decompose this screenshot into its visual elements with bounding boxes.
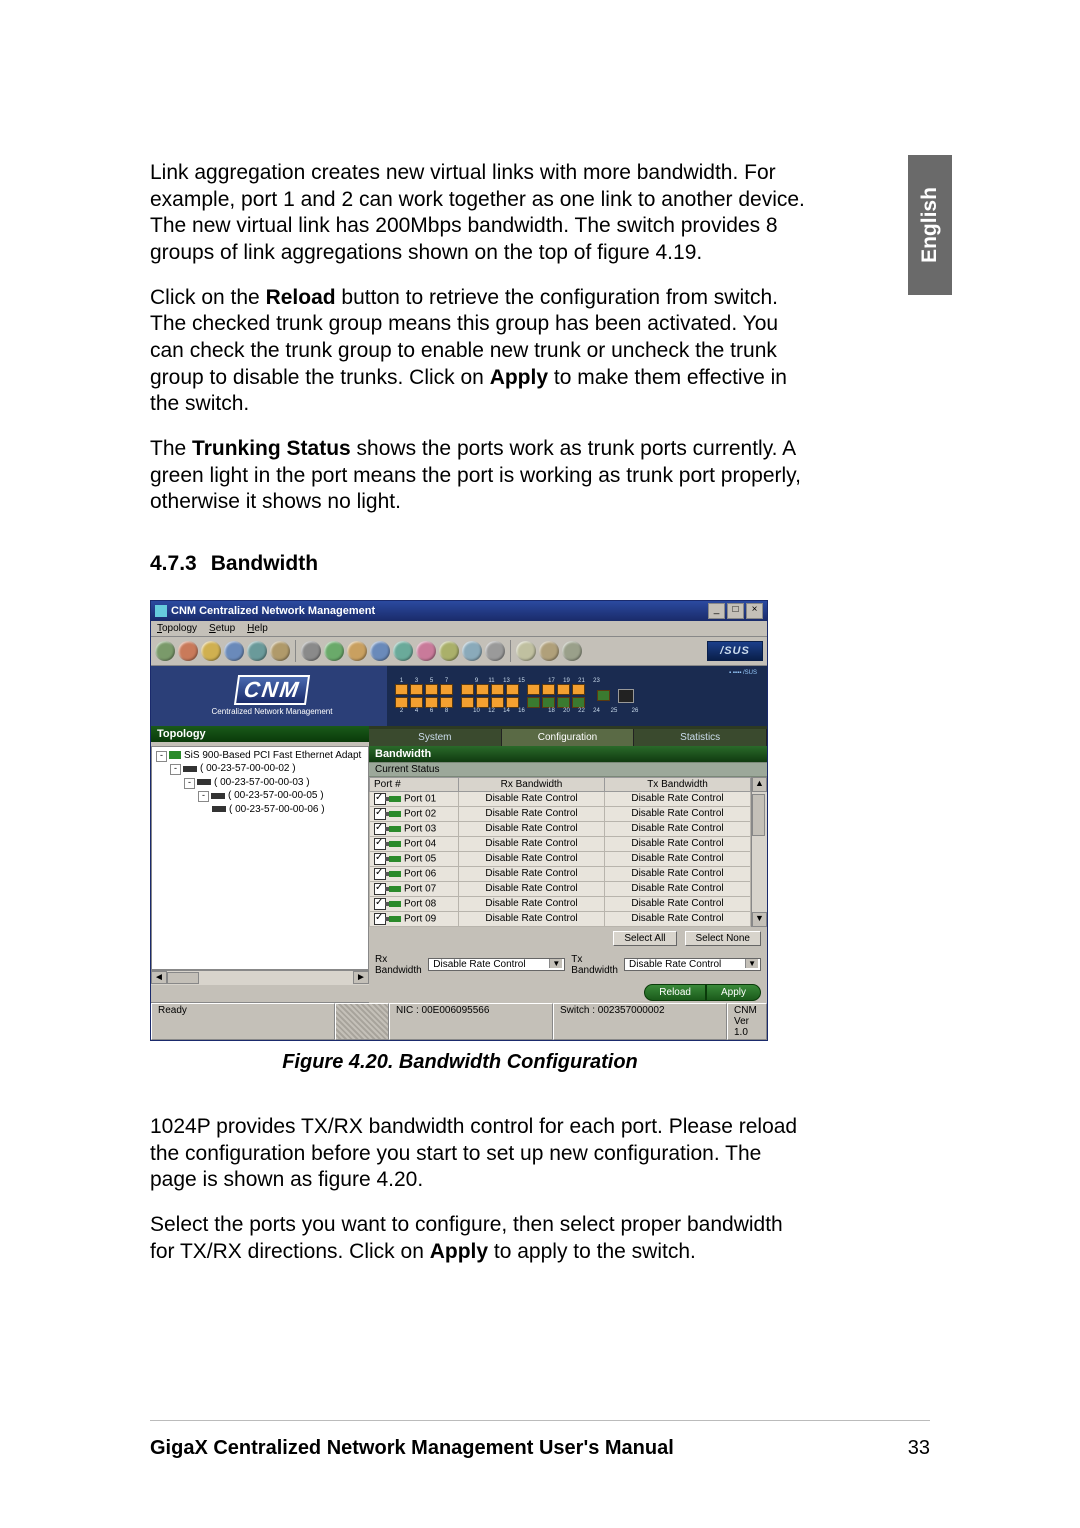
apply-button[interactable]: Apply (706, 984, 761, 1001)
toolbar-icon[interactable] (301, 641, 321, 661)
bandwidth-table: Port # Rx Bandwidth Tx Bandwidth Port 01… (369, 777, 751, 927)
switch-diagram: 1357911131517192123 (387, 666, 767, 726)
tab-statistics[interactable]: Statistics (634, 729, 767, 746)
port-icon (389, 796, 401, 802)
toolbar-icon[interactable] (224, 641, 244, 661)
app-window: CNM Centralized Network Management _ □ ×… (150, 600, 768, 1041)
status-bar: Ready NIC : 00E006095566 Switch : 002357… (151, 1002, 767, 1040)
table-row: Port 03Disable Rate ControlDisable Rate … (370, 821, 751, 836)
switch-icon (197, 779, 211, 785)
paragraph-select-ports: Select the ports you want to configure, … (150, 1212, 810, 1265)
status-switch: Switch : 002357000002 (553, 1003, 727, 1040)
rx-bandwidth-dropdown[interactable]: Disable Rate Control (428, 958, 565, 971)
figure-bandwidth-config: CNM Centralized Network Management _ □ ×… (150, 600, 766, 1041)
rx-bandwidth-label: Rx Bandwidth (375, 954, 422, 976)
tx-bandwidth-dropdown[interactable]: Disable Rate Control (624, 958, 761, 971)
table-row: Port 07Disable Rate ControlDisable Rate … (370, 881, 751, 896)
nic-icon (169, 751, 181, 759)
paragraph-1024p: 1024P provides TX/RX bandwidth control f… (150, 1114, 810, 1194)
switch-icon (212, 806, 226, 812)
toolbar-icon[interactable] (416, 641, 436, 661)
current-status-label: Current Status (369, 762, 767, 777)
toolbar-icon[interactable] (539, 641, 559, 661)
status-version: CNM Ver 1.0 (727, 1003, 767, 1040)
paragraph-reload-apply: Click on the Reload button to retrieve t… (150, 285, 810, 418)
toolbar: /SUS (151, 637, 767, 666)
tab-configuration[interactable]: Configuration (502, 729, 635, 746)
menu-help[interactable]: Help (247, 623, 268, 634)
port-numbers-bottom: 246810121416182022242526 (395, 708, 645, 714)
status-ready: Ready (151, 1003, 335, 1040)
switch-icon (211, 793, 225, 799)
toolbar-icon[interactable] (393, 641, 413, 661)
menu-setup[interactable]: Setup (209, 623, 235, 634)
cnm-logo: CNM (234, 675, 310, 705)
reload-button[interactable]: Reload (644, 984, 706, 1001)
toolbar-icon[interactable] (247, 641, 267, 661)
language-tab: English (908, 155, 952, 295)
select-none-button[interactable]: Select None (685, 931, 761, 946)
close-button[interactable]: × (746, 603, 763, 619)
toolbar-icon[interactable] (178, 641, 198, 661)
table-vertical-scrollbar[interactable]: ▲ ▼ (751, 777, 767, 927)
switch-model-label: ▪ ▪▪▪▪ /SUS (729, 670, 757, 676)
col-rx: Rx Bandwidth (459, 777, 605, 791)
tree-horizontal-scrollbar[interactable]: ◄► (151, 970, 369, 985)
port-icon (389, 856, 401, 862)
switch-icon (183, 766, 197, 772)
maximize-button[interactable]: □ (727, 603, 744, 619)
toolbar-icon[interactable] (324, 641, 344, 661)
port-icon (389, 826, 401, 832)
port-icon (389, 871, 401, 877)
table-row: Port 02Disable Rate ControlDisable Rate … (370, 806, 751, 821)
select-all-button[interactable]: Select All (613, 931, 676, 946)
tx-bandwidth-label: Tx Bandwidth (571, 954, 618, 976)
minimize-button[interactable]: _ (708, 603, 725, 619)
toolbar-icon[interactable] (562, 641, 582, 661)
col-port: Port # (370, 777, 459, 791)
toolbar-icon[interactable] (201, 641, 221, 661)
footer-page-number: 33 (908, 1437, 930, 1460)
brand-logo: /SUS (707, 641, 763, 661)
toolbar-icon[interactable] (462, 641, 482, 661)
section-bandwidth-header: Bandwidth (369, 746, 767, 762)
col-tx: Tx Bandwidth (605, 777, 751, 791)
paragraph-link-aggregation: Link aggregation creates new virtual lin… (150, 160, 810, 267)
port-icon (389, 916, 401, 922)
port-icon (389, 886, 401, 892)
figure-caption: Figure 4.20. Bandwidth Configuration (150, 1051, 770, 1074)
tab-system[interactable]: System (369, 729, 502, 746)
paragraph-trunking-status: The Trunking Status shows the ports work… (150, 436, 810, 516)
topology-header: Topology (151, 726, 369, 742)
footer-manual-title: GigaX Centralized Network Management Use… (150, 1437, 674, 1460)
table-row: Port 01Disable Rate ControlDisable Rate … (370, 791, 751, 806)
heading-bandwidth: 4.7.3Bandwidth (150, 552, 940, 576)
toolbar-icon[interactable] (155, 641, 175, 661)
menu-bar: Topology Setup Help (151, 621, 767, 637)
toolbar-icon[interactable] (485, 641, 505, 661)
table-row: Port 08Disable Rate ControlDisable Rate … (370, 896, 751, 911)
status-nic: NIC : 00E006095566 (389, 1003, 553, 1040)
table-row: Port 06Disable Rate ControlDisable Rate … (370, 866, 751, 881)
table-row: Port 05Disable Rate ControlDisable Rate … (370, 851, 751, 866)
table-row: Port 04Disable Rate ControlDisable Rate … (370, 836, 751, 851)
menu-topology[interactable]: Topology (157, 623, 197, 634)
port-icon (389, 841, 401, 847)
window-title: CNM Centralized Network Management (171, 605, 708, 617)
toolbar-icon[interactable] (439, 641, 459, 661)
topology-tree[interactable]: -SiS 900-Based PCI Fast Ethernet Adapt -… (151, 746, 369, 970)
toolbar-icon[interactable] (270, 641, 290, 661)
port-icon (389, 811, 401, 817)
cnm-subtitle: Centralized Network Management (212, 707, 333, 716)
port-icon (389, 901, 401, 907)
toolbar-icon[interactable] (370, 641, 390, 661)
toolbar-icon[interactable] (347, 641, 367, 661)
table-row: Port 09Disable Rate ControlDisable Rate … (370, 911, 751, 926)
toolbar-icon[interactable] (516, 641, 536, 661)
app-icon (155, 605, 167, 617)
